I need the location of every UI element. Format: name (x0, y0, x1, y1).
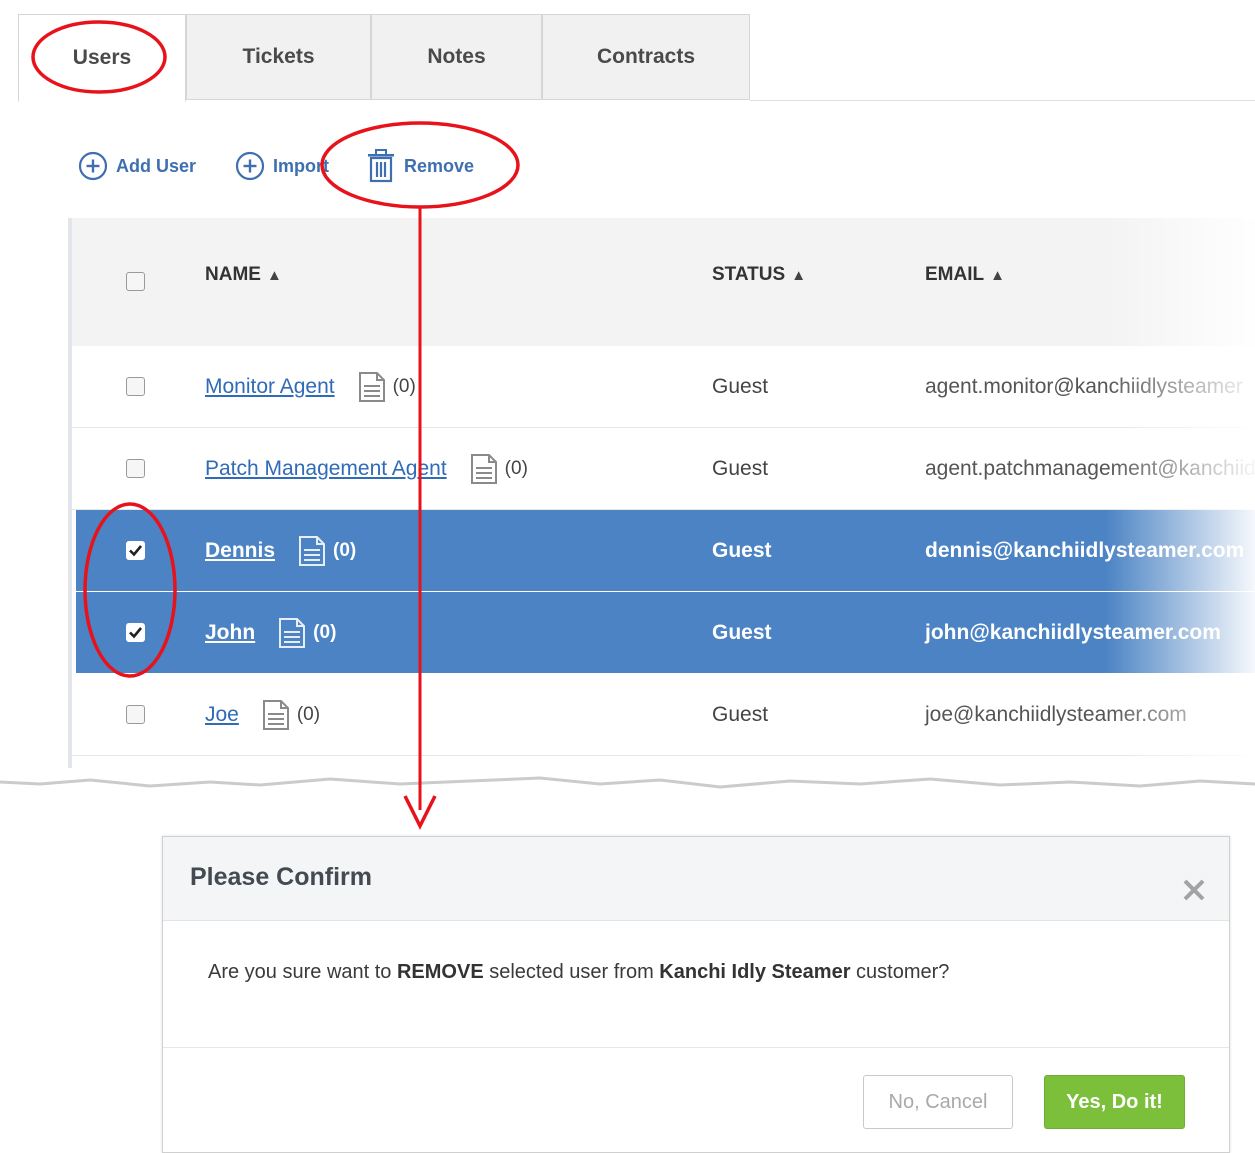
message-middle: selected user from (483, 961, 660, 983)
message-customer: Kanchi Idly Steamer (659, 961, 851, 983)
document-icon[interactable] (277, 617, 307, 649)
import-button[interactable]: Import (235, 146, 329, 186)
user-name-link[interactable]: Monitor Agent (205, 375, 335, 399)
table-row[interactable]: Joe (0) Guest joe@kanchiidlysteamer.com (72, 674, 1255, 756)
dialog-message: Are you sure want to REMOVE selected use… (208, 961, 949, 984)
checkmark-icon (129, 627, 143, 639)
close-icon[interactable] (1181, 877, 1207, 903)
name-cell: Dennis (0) (205, 510, 356, 592)
status-cell: Guest (712, 621, 772, 644)
email-cell: agent.patchmanagement@kanchiidlysteamer.… (925, 457, 1255, 480)
plus-circle-icon (78, 151, 108, 181)
notes-count: (0) (333, 540, 357, 561)
column-header-status[interactable]: STATUS ▲︎ (712, 264, 806, 286)
status-cell: Guest (712, 703, 769, 726)
message-suffix: customer? (850, 961, 950, 983)
tab-users-label: Users (72, 46, 132, 69)
column-header-email-label: EMAIL (925, 264, 985, 285)
user-name-link[interactable]: Patch Management Agent (205, 457, 447, 481)
confirm-dialog: Please Confirm Are you sure want to REMO… (162, 836, 1230, 1153)
name-cell: Monitor Agent (0) (205, 346, 416, 428)
tab-users[interactable]: Users (18, 14, 186, 102)
sort-icon: ▲︎ (266, 266, 282, 284)
document-icon[interactable] (469, 453, 499, 485)
notes-count: (0) (296, 704, 321, 725)
email-cell: joe@kanchiidlysteamer.com (925, 703, 1187, 726)
document-icon[interactable] (357, 371, 387, 403)
remove-label: Remove (404, 155, 475, 176)
name-cell: Patch Management Agent (0) (205, 428, 528, 510)
row-checkbox[interactable] (126, 377, 145, 396)
status-cell: Guest (712, 457, 769, 480)
plus-circle-icon (235, 151, 265, 181)
sort-icon: ▲︎ (791, 266, 807, 284)
row-checkbox-checked[interactable] (126, 623, 145, 642)
column-header-status-label: STATUS (712, 264, 786, 285)
tab-contracts[interactable]: Contracts (542, 14, 750, 100)
sort-icon: ▲︎ (990, 266, 1005, 284)
dialog-divider (163, 1047, 1229, 1048)
select-all-checkbox[interactable] (126, 272, 145, 291)
annotation-arrow-head (403, 795, 437, 830)
message-prefix: Are you sure want to (208, 961, 397, 983)
tab-baseline (750, 100, 1255, 101)
user-name-link[interactable]: Joe (205, 703, 239, 727)
status-cell: Guest (712, 539, 772, 562)
name-cell: Joe (0) (205, 674, 320, 756)
dialog-header: Please Confirm (163, 837, 1229, 921)
row-checkbox[interactable] (126, 705, 145, 724)
user-name-link[interactable]: John (205, 621, 255, 645)
import-label: Import (273, 155, 329, 176)
email-cell: agent.monitor@kanchiidlysteamer (925, 375, 1243, 398)
document-icon[interactable] (261, 699, 291, 731)
notes-count: (0) (504, 458, 528, 479)
message-action: REMOVE (396, 961, 484, 983)
tab-contracts-label: Contracts (596, 45, 696, 68)
column-header-email[interactable]: EMAIL ▲︎ (925, 264, 1005, 286)
status-cell: Guest (712, 375, 769, 398)
table-row[interactable]: Monitor Agent (0) Guest agent.monitor@ka… (72, 346, 1255, 428)
column-header-name[interactable]: NAME ▲︎ (205, 264, 282, 286)
add-user-label: Add User (116, 155, 197, 176)
users-tab-page: Users Tickets Notes Contracts Add User I… (0, 0, 1255, 1153)
users-table: NAME ▲︎ STATUS ▲︎ EMAIL ▲︎ Monitor Agent… (68, 218, 1255, 768)
confirm-button[interactable]: Yes, Do it! (1044, 1075, 1185, 1129)
user-name-link[interactable]: Dennis (205, 539, 275, 563)
row-checkbox-checked[interactable] (126, 541, 145, 560)
table-row-selected[interactable]: John (0) Guest john@kanchiidlysteamer.co… (76, 592, 1255, 674)
remove-button[interactable]: Remove (366, 146, 474, 186)
trash-icon (366, 149, 396, 183)
cancel-button[interactable]: No, Cancel (863, 1075, 1013, 1129)
email-cell: john@kanchiidlysteamer.com (925, 621, 1221, 644)
dialog-title: Please Confirm (190, 863, 373, 891)
torn-edge-divider (0, 776, 1255, 820)
notes-count: (0) (392, 376, 416, 397)
tab-notes[interactable]: Notes (371, 14, 542, 100)
row-checkbox[interactable] (126, 459, 145, 478)
add-user-button[interactable]: Add User (78, 146, 196, 186)
table-header: NAME ▲︎ STATUS ▲︎ EMAIL ▲︎ (72, 218, 1255, 346)
tab-tickets[interactable]: Tickets (186, 14, 371, 100)
name-cell: John (0) (205, 592, 336, 674)
email-cell: dennis@kanchiidlysteamer.com (925, 539, 1245, 562)
table-row-selected[interactable]: Dennis (0) Guest dennis@kanchiidlysteame… (76, 510, 1255, 592)
column-header-name-label: NAME (205, 264, 261, 285)
notes-count: (0) (313, 622, 337, 643)
checkmark-icon (129, 545, 143, 557)
document-icon[interactable] (297, 535, 327, 567)
tab-notes-label: Notes (427, 45, 486, 68)
tab-tickets-label: Tickets (242, 45, 315, 68)
table-row[interactable]: Patch Management Agent (0) Guest agent.p… (72, 428, 1255, 510)
